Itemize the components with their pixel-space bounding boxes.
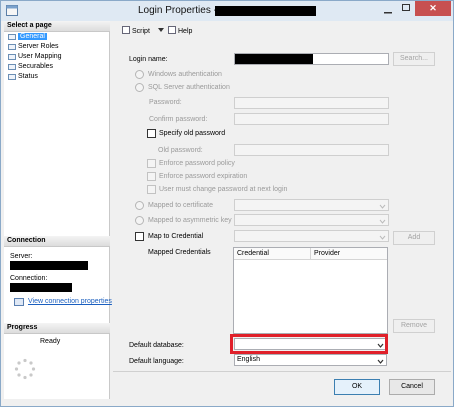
mapped-cert-radio[interactable] [135, 201, 144, 210]
page-icon [8, 54, 16, 60]
sql-auth-radio[interactable] [135, 83, 144, 92]
mapped-asym-key-radio[interactable] [135, 216, 144, 225]
close-button[interactable]: ✕ [415, 1, 451, 16]
select-page-header: Select a page [4, 21, 110, 32]
confirm-password-input[interactable] [234, 113, 389, 125]
page-icon [8, 34, 16, 40]
redacted-login-value [235, 54, 313, 64]
help-icon [168, 26, 176, 34]
enforce-expiration-checkbox[interactable] [147, 172, 156, 181]
connection-label: Connection: [10, 275, 48, 282]
redacted-login-name [215, 6, 316, 16]
footer-divider [113, 371, 451, 372]
certificate-select[interactable] [234, 199, 389, 211]
page-icon [8, 74, 16, 80]
help-label: Help [178, 28, 193, 35]
minimize-icon [384, 12, 392, 14]
chevron-down-icon [379, 219, 386, 224]
specify-old-password-checkbox[interactable] [147, 129, 156, 138]
chevron-down-icon [379, 235, 386, 240]
login-name-label: Login name: [129, 56, 168, 63]
mapped-asym-key-label: Mapped to asymmetric key [148, 217, 232, 224]
enforce-policy-checkbox[interactable] [147, 159, 156, 168]
script-button[interactable]: Script [122, 26, 164, 35]
redacted-server [10, 261, 88, 270]
windows-auth-radio[interactable] [135, 70, 144, 79]
page-item-general[interactable]: General [7, 32, 47, 42]
help-button[interactable]: Help [168, 26, 192, 35]
app-icon [6, 5, 18, 16]
minimize-button[interactable] [379, 1, 397, 16]
cancel-button[interactable]: Cancel [389, 379, 435, 395]
must-change-label: User must change password at next login [159, 186, 288, 193]
page-item-label: Status [18, 73, 38, 80]
search-button[interactable]: Search... [393, 52, 435, 66]
map-to-credential-checkbox[interactable] [135, 232, 144, 241]
specify-old-password-label: Specify old password [159, 130, 226, 137]
mapped-cert-label: Mapped to certificate [148, 202, 213, 209]
page-item-user-mapping[interactable]: User Mapping [7, 52, 62, 62]
page-item-server-roles[interactable]: Server Roles [7, 42, 58, 52]
windows-auth-label: Windows authentication [148, 71, 222, 78]
properties-icon [14, 298, 24, 306]
mapped-credentials-grid[interactable]: Credential Provider [233, 247, 388, 334]
add-button[interactable]: Add [393, 231, 435, 245]
progress-header: Progress [4, 323, 110, 334]
map-to-credential-label: Map to Credential [148, 233, 204, 240]
chevron-down-icon [379, 204, 386, 209]
enforce-policy-label: Enforce password policy [159, 160, 235, 167]
page-item-label: General [18, 33, 47, 40]
page-icon [8, 44, 16, 50]
script-icon [122, 26, 130, 34]
credential-select[interactable] [234, 230, 389, 242]
view-connection-properties-link[interactable]: View connection properties [28, 298, 112, 305]
window-title: Login Properties - [138, 5, 217, 16]
page-item-label: Securables [18, 63, 54, 70]
close-icon: ✕ [429, 3, 437, 13]
sql-auth-label: SQL Server authentication [148, 84, 230, 91]
maximize-button[interactable] [397, 1, 415, 16]
redacted-connection [10, 283, 72, 292]
login-properties-window: Login Properties - ✕ Select a page Gener… [0, 0, 454, 407]
maximize-icon [402, 4, 410, 11]
server-label: Server: [10, 253, 33, 260]
left-panel: Select a page General Server Roles User … [4, 21, 112, 399]
password-label: Password: [149, 99, 182, 106]
old-password-input[interactable] [234, 144, 389, 156]
default-language-select[interactable]: English [234, 354, 387, 366]
page-icon [8, 64, 16, 70]
ok-button[interactable]: OK [334, 379, 380, 395]
column-header-credential[interactable]: Credential [234, 248, 311, 260]
password-input[interactable] [234, 97, 389, 109]
page-item-securables[interactable]: Securables [7, 62, 53, 72]
confirm-password-label: Confirm password: [149, 116, 208, 123]
progress-spinner-icon [14, 358, 36, 380]
progress-status: Ready [40, 338, 61, 345]
highlight-annotation [230, 334, 388, 354]
toolbar: Script Help [113, 22, 453, 40]
old-password-label: Old password: [158, 147, 203, 154]
asymmetric-key-select[interactable] [234, 214, 389, 226]
chevron-down-icon [157, 28, 164, 32]
enforce-expiration-label: Enforce password expiration [159, 173, 248, 180]
default-database-label: Default database: [129, 342, 184, 349]
column-header-provider[interactable]: Provider [311, 248, 387, 260]
must-change-checkbox[interactable] [147, 185, 156, 194]
title-bar: Login Properties - ✕ [1, 1, 453, 21]
chevron-down-icon [377, 359, 384, 364]
default-language-value: English [237, 356, 260, 363]
script-label: Script [132, 28, 150, 35]
page-item-label: User Mapping [18, 53, 62, 60]
default-language-label: Default language: [129, 358, 184, 365]
remove-button[interactable]: Remove [393, 319, 435, 333]
login-name-input[interactable] [234, 53, 389, 65]
connection-header: Connection [4, 236, 110, 247]
page-item-label: Server Roles [18, 43, 59, 50]
mapped-credentials-label: Mapped Credentials [148, 249, 211, 256]
page-item-status[interactable]: Status [7, 72, 38, 82]
